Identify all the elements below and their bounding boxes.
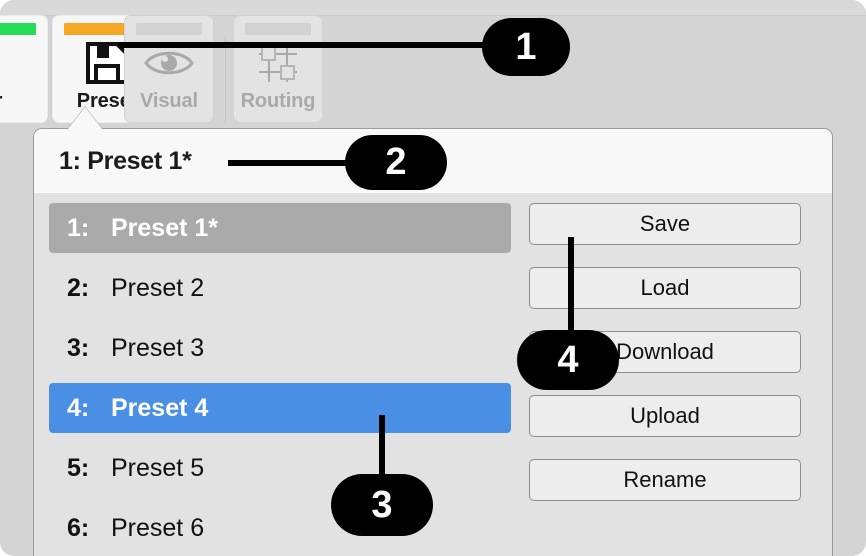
preset-name: Preset 1* — [111, 213, 219, 242]
callout-leader-line-1 — [118, 42, 490, 48]
preset-list-item-6[interactable]: 6: Preset 6 — [49, 503, 511, 553]
popover-body: 1: Preset 1* 2: Preset 2 3: Preset 3 4: … — [34, 193, 832, 556]
preset-name: Preset 6 — [111, 513, 205, 542]
preset-name: Preset 3 — [111, 333, 205, 362]
tab-label-visual: Visual — [140, 90, 198, 112]
preset-list-item-4[interactable]: 4: Preset 4 — [49, 383, 511, 433]
tab-status-indicator — [245, 23, 311, 35]
preset-index: 2: — [67, 273, 90, 302]
preset-popover: 1: Preset 1* 1: Preset 1* 2: Preset 2 3:… — [33, 128, 833, 556]
preset-list-item-2[interactable]: 2: Preset 2 — [49, 263, 511, 313]
tab-status-indicator — [0, 23, 36, 35]
tab-mixer[interactable]: er — [0, 15, 48, 123]
popover-title: 1: Preset 1* — [59, 146, 192, 175]
preset-name: Preset 2 — [111, 273, 205, 302]
rename-button[interactable]: Rename — [529, 459, 801, 501]
preset-index: 4: — [67, 393, 90, 422]
tab-bar: er Preset Vi — [0, 15, 866, 128]
tab-routing[interactable]: Routing — [233, 15, 323, 123]
tab-label-routing: Routing — [240, 90, 316, 112]
callout-badge-1: 1 — [482, 18, 570, 76]
preset-index: 5: — [67, 453, 90, 482]
preset-list-item-5[interactable]: 5: Preset 5 — [49, 443, 511, 493]
upload-button[interactable]: Upload — [529, 395, 801, 437]
tab-visual[interactable]: Visual — [124, 15, 214, 123]
window-chrome-strip — [0, 0, 866, 16]
callout-badge-3: 3 — [331, 474, 433, 536]
preset-index: 6: — [67, 513, 90, 542]
tab-label-mixer: er — [0, 90, 2, 122]
preset-list: 1: Preset 1* 2: Preset 2 3: Preset 3 4: … — [49, 203, 511, 556]
preset-index: 1: — [67, 213, 90, 242]
preset-name: Preset 5 — [111, 453, 205, 482]
popover-pointer-arrow — [68, 107, 102, 129]
callout-badge-2: 2 — [345, 135, 447, 190]
preset-index: 3: — [67, 333, 90, 362]
tab-divider — [225, 37, 226, 123]
tab-status-indicator — [136, 23, 202, 35]
callout-badge-4: 4 — [517, 330, 619, 390]
preset-list-item-1[interactable]: 1: Preset 1* — [49, 203, 511, 253]
mixer-icon — [0, 35, 47, 90]
preset-name: Preset 4 — [111, 393, 209, 422]
application-window: er Preset Vi — [0, 0, 866, 556]
preset-list-item-3[interactable]: 3: Preset 3 — [49, 323, 511, 373]
